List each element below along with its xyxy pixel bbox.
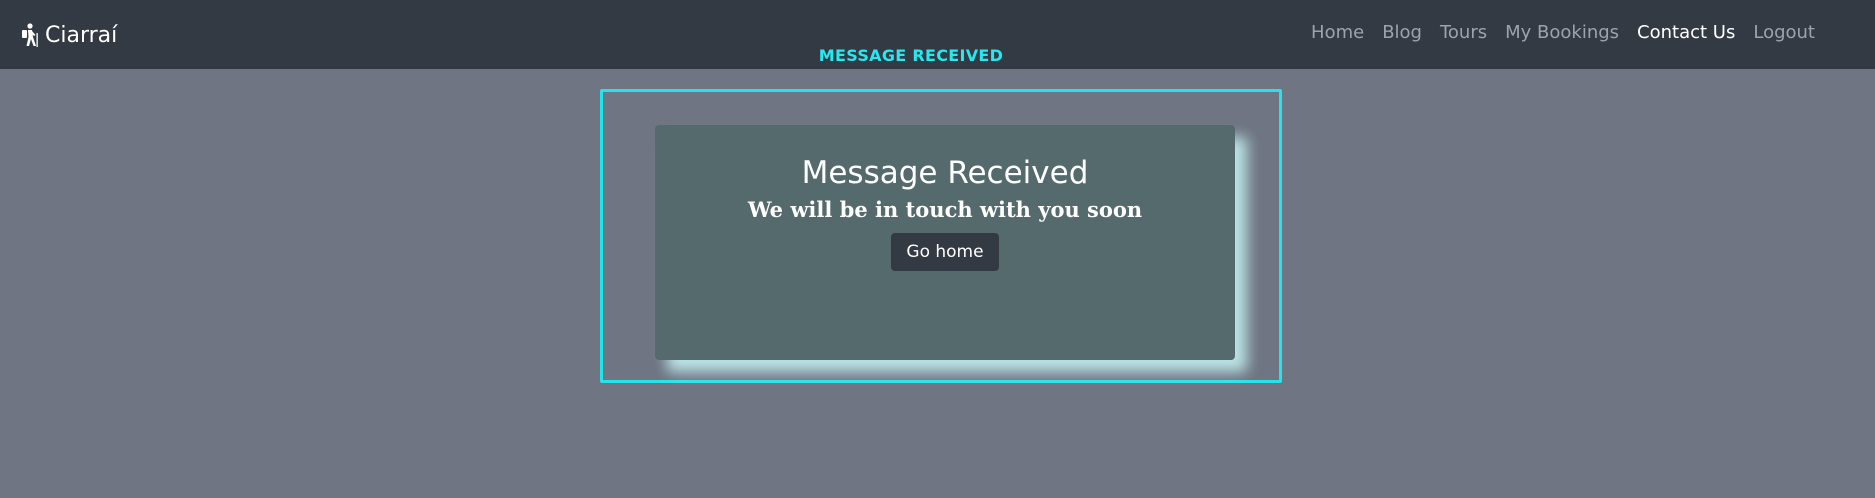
card-title: Message Received — [801, 155, 1089, 191]
nav-contact-us-link[interactable]: Contact Us — [1637, 22, 1735, 43]
message-card: Message Received We will be in touch wit… — [655, 125, 1235, 360]
nav-tours-link[interactable]: Tours — [1440, 22, 1487, 43]
brand-name: Ciarraí — [45, 22, 118, 48]
hiker-icon — [22, 23, 38, 47]
section-label: MESSAGE RECEIVED — [818, 46, 1004, 65]
nav-my-bookings-link[interactable]: My Bookings — [1505, 22, 1619, 43]
card-subtitle: We will be in touch with you soon — [747, 197, 1143, 222]
go-home-button[interactable]: Go home — [891, 233, 999, 271]
nav-blog-link[interactable]: Blog — [1382, 22, 1422, 43]
nav-home-link[interactable]: Home — [1311, 22, 1364, 43]
nav-links: Home Blog Tours My Bookings Contact Us L… — [1311, 22, 1815, 43]
nav-logout-link[interactable]: Logout — [1753, 22, 1815, 43]
